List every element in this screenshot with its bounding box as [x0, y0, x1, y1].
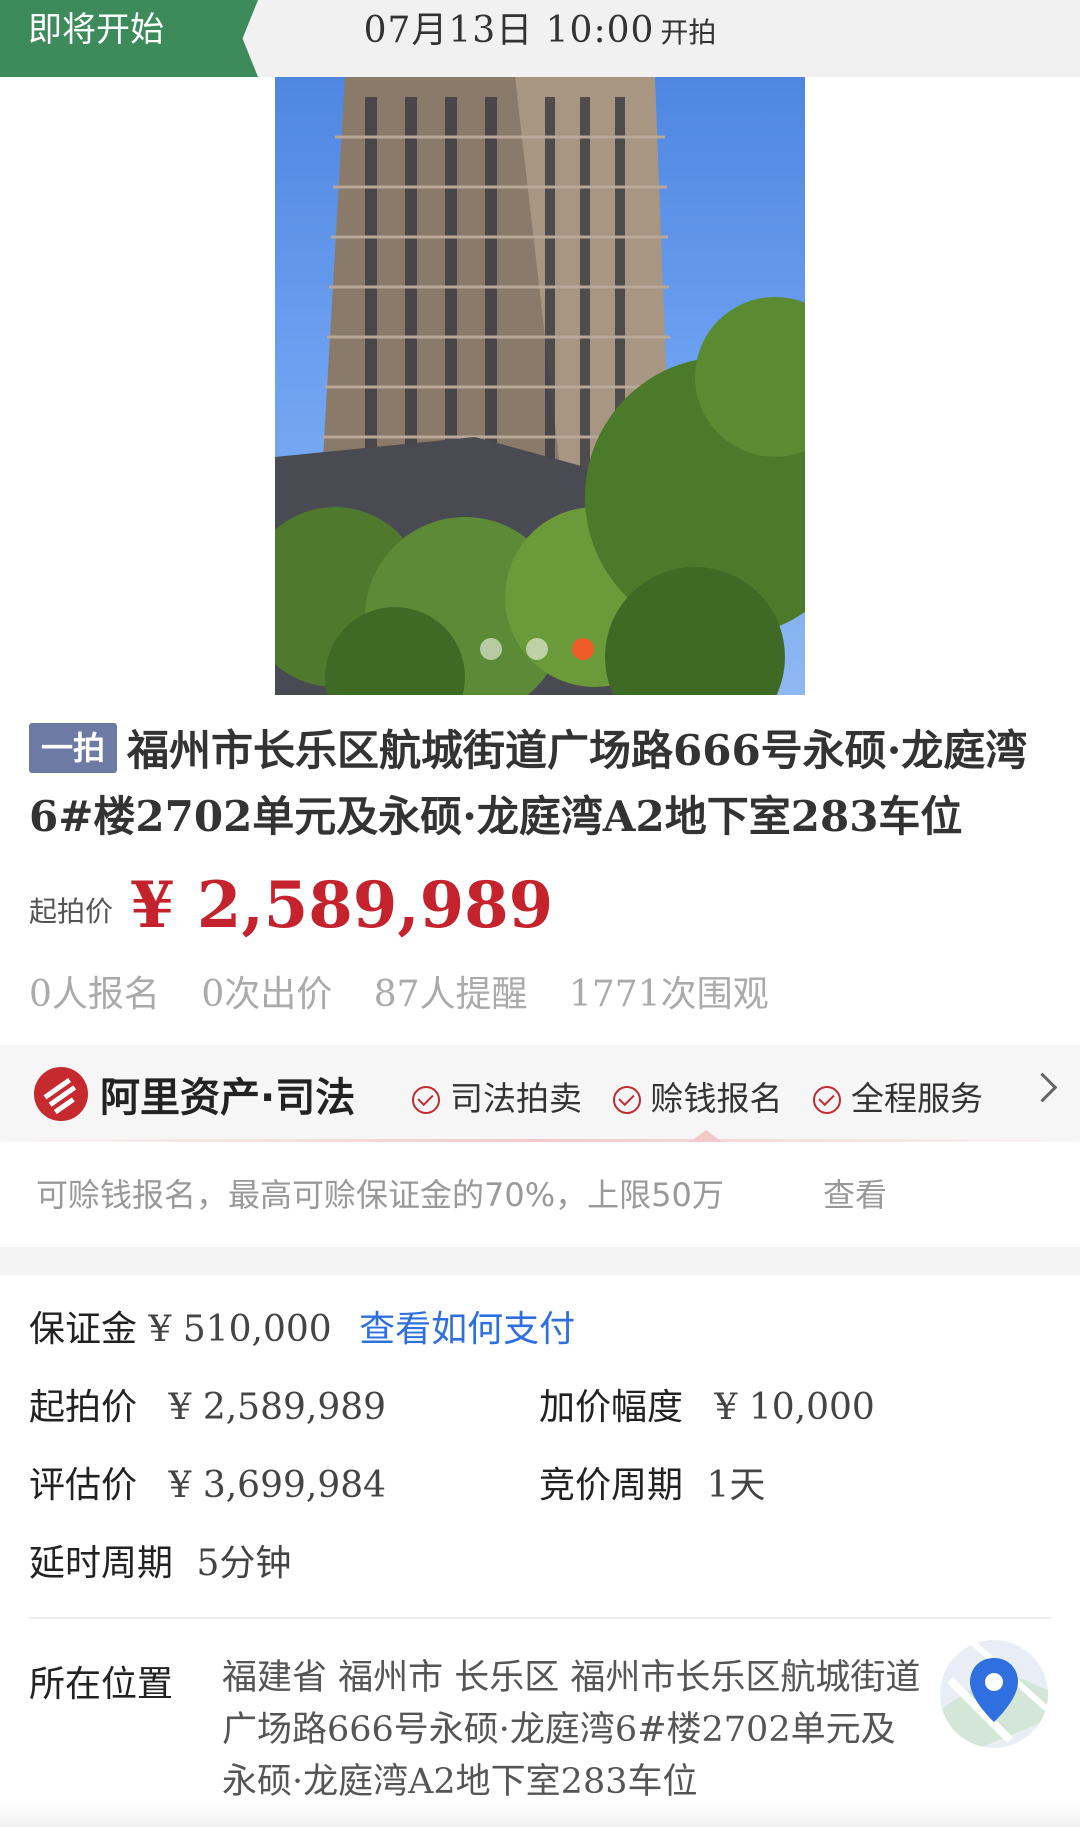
map-pin-icon[interactable] [940, 1640, 1048, 1748]
deposit-row: 保证金 ¥ 510,000 查看如何支付 [29, 1300, 575, 1352]
check-icon [412, 1086, 440, 1114]
delay-row: 延时周期 5分钟 [29, 1534, 291, 1586]
lot-title-text: 福州市长乐区航城街道广场路666号永硕·龙庭湾6#楼2702单元及永硕·龙庭湾A… [29, 726, 1028, 841]
price-value: ¥ 2,589,989 [130, 868, 554, 943]
bid-cycle-row: 竞价周期 1天 [539, 1456, 765, 1508]
lot-title: 一拍 福州市长乐区航城街道广场路666号永硕·龙庭湾6#楼2702单元及永硕·龙庭… [29, 718, 1051, 850]
start-price-value: ¥ 2,589,989 [168, 1387, 387, 1428]
bid-cycle-label: 竞价周期 [539, 1465, 684, 1506]
feature-label: 全程服务 [851, 1079, 983, 1118]
feature-full-service: 全程服务 [813, 1072, 983, 1120]
carousel-dot[interactable] [480, 638, 502, 660]
hero-carousel[interactable]: 即将开始 07月13日 10:00 开拍 [0, 0, 1080, 695]
auction-start-time: 07月13日 10:00 开拍 [275, 0, 805, 77]
details-divider [29, 1617, 1051, 1619]
feature-label: 赊钱报名 [650, 1079, 783, 1118]
chevron-right-icon[interactable] [1027, 1072, 1058, 1103]
price-label: 起拍价 [29, 895, 114, 928]
lot-title-block: 一拍 福州市长乐区航城街道广场路666号永硕·龙庭湾6#楼2702单元及永硕·龙庭… [29, 718, 1051, 850]
ali-assets-banner[interactable]: 阿里资产·司法 司法拍卖 赊钱报名 全程服务 [0, 1045, 1080, 1140]
carousel-dot-active[interactable] [572, 638, 594, 660]
appraisal-row: 评估价 ¥ 3,699,984 [29, 1456, 386, 1508]
increment-label: 加价幅度 [539, 1387, 684, 1428]
stat-signups: 0人报名 [29, 974, 160, 1015]
credit-signup-view-link[interactable]: 查看 [823, 1170, 887, 1216]
ali-brand-name: 阿里资产·司法 [100, 1075, 356, 1121]
bid-cycle-value: 1天 [706, 1465, 766, 1506]
start-time-suffix: 开拍 [660, 16, 717, 49]
carousel-dot[interactable] [526, 638, 548, 660]
property-photo[interactable] [275, 77, 805, 695]
deposit-value: ¥ 510,000 [148, 1309, 332, 1350]
auction-status-tag: 即将开始 [0, 0, 258, 77]
building-illustration [275, 77, 805, 695]
delay-value: 5分钟 [196, 1543, 292, 1584]
round-badge: 一拍 [29, 723, 118, 773]
feature-credit-signup: 赊钱报名 [612, 1072, 783, 1120]
deposit-label: 保证金 [29, 1309, 138, 1350]
credit-signup-note: 可赊钱报名，最高可赊保证金的70%，上限50万 [36, 1176, 724, 1214]
check-icon [813, 1086, 841, 1114]
auction-stats: 0人报名 0次出价 87人提醒 1771次围观 [29, 965, 799, 1017]
increment-row: 加价幅度 ¥ 10,000 [539, 1378, 875, 1430]
check-icon [612, 1086, 641, 1114]
feature-label: 司法拍卖 [450, 1079, 582, 1118]
stat-bids: 0次出价 [201, 974, 333, 1015]
feature-judicial-auction: 司法拍卖 [412, 1072, 582, 1120]
delay-label: 延时周期 [29, 1543, 174, 1584]
price-row: 起拍价 ¥ 2,589,989 [29, 868, 553, 948]
stat-views: 1771次围观 [568, 974, 769, 1015]
ali-feature-list: 司法拍卖 赊钱报名 全程服务 [412, 1072, 1003, 1120]
banner-divider [0, 1139, 1080, 1142]
location-value: 福建省 福州市 长乐区 福州市长乐区航城街道广场路666号永硕·龙庭湾6#楼27… [222, 1658, 921, 1802]
appraisal-label: 评估价 [29, 1465, 138, 1506]
location-label: 所在位置 [29, 1664, 174, 1705]
start-price-label: 起拍价 [29, 1387, 138, 1428]
increment-value: ¥ 10,000 [714, 1387, 875, 1428]
carousel-indicator [480, 638, 618, 662]
start-price-row: 起拍价 ¥ 2,589,989 [29, 1378, 386, 1430]
ali-logo-icon [34, 1067, 88, 1121]
stat-reminders: 87人提醒 [373, 974, 528, 1015]
appraisal-value: ¥ 3,699,984 [168, 1465, 387, 1506]
how-to-pay-link[interactable]: 查看如何支付 [359, 1309, 575, 1350]
start-time-value: 07月13日 10:00 [363, 10, 655, 51]
bottom-shade [0, 1800, 1080, 1827]
banner-pointer [690, 1130, 722, 1142]
section-gap [0, 1247, 1080, 1275]
